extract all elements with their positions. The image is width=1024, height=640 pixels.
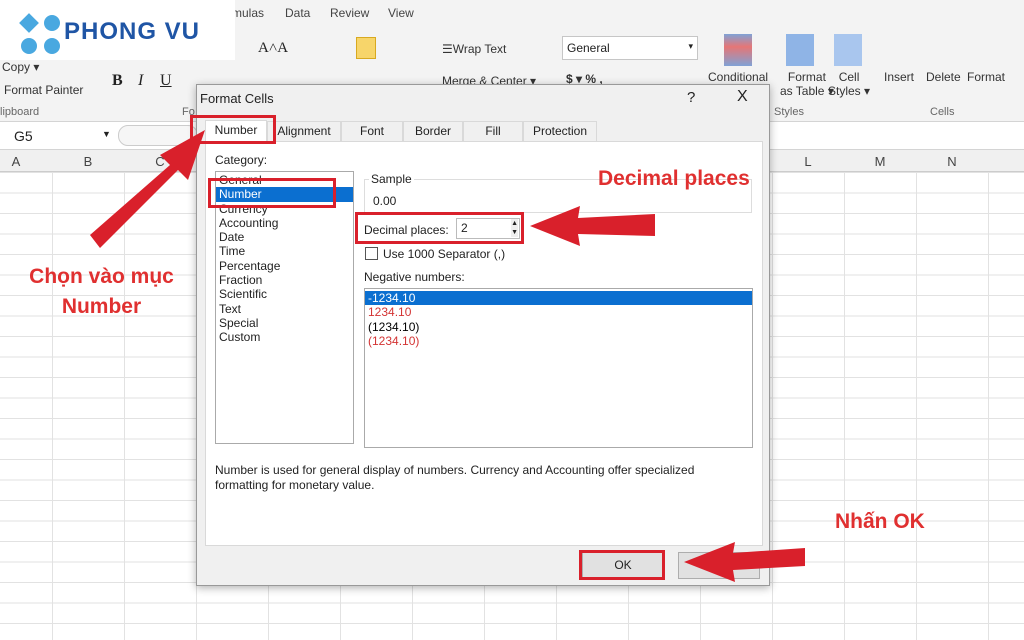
annotation-choose-number: Chọn vào mục Number xyxy=(29,265,174,318)
annotation-press-ok: Nhấn OK xyxy=(835,510,925,533)
arrow-to-ok xyxy=(684,542,805,582)
arrow-to-number-tab xyxy=(90,130,205,248)
annotation-decimal-places: Decimal places xyxy=(598,167,750,190)
arrow-to-decimal-places xyxy=(530,206,655,246)
